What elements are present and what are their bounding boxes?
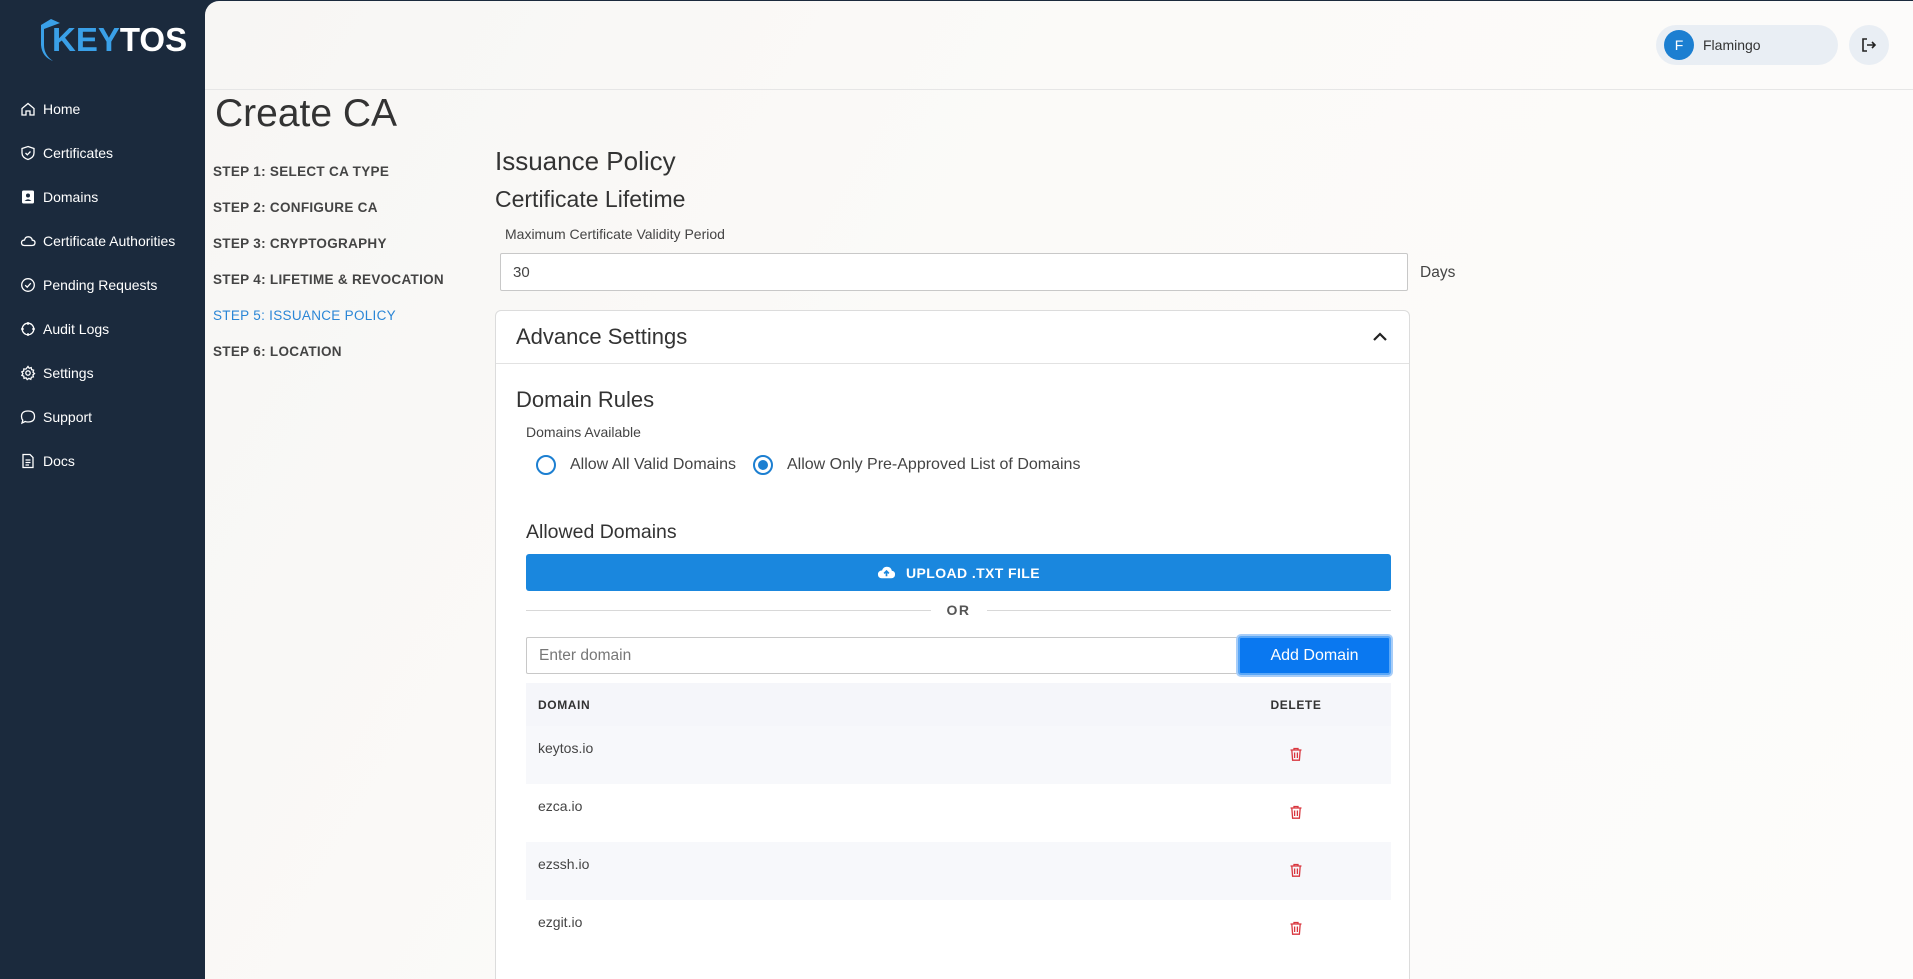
table-body: keytos.io ezca.io ezssh.io ezgit.io (526, 726, 1391, 958)
divider-line (526, 609, 931, 611)
domain-mode-radio-group: Allow All Valid Domains Allow Only Pre-A… (536, 455, 1097, 475)
table-row: ezca.io (526, 784, 1391, 842)
add-domain-button[interactable]: Add Domain (1238, 636, 1391, 675)
logout-button[interactable] (1849, 25, 1889, 65)
step-configure-ca[interactable]: STEP 2: CONFIGURE CA (213, 189, 453, 225)
domain-cell: ezssh.io (538, 856, 590, 872)
step-lifetime-revocation[interactable]: STEP 4: LIFETIME & REVOCATION (213, 261, 453, 297)
check-circle-icon (21, 278, 35, 292)
allowed-domains-table: DOMAIN DELETE keytos.io ezca.io ezssh.io (526, 683, 1391, 958)
domain-cell: ezca.io (538, 798, 583, 814)
wizard-steps: STEP 1: SELECT CA TYPE STEP 2: CONFIGURE… (213, 153, 453, 369)
page-title: Create CA (215, 92, 398, 135)
step-select-ca-type[interactable]: STEP 1: SELECT CA TYPE (213, 153, 453, 189)
main-content: F Flamingo Create CA STEP 1: SELECT CA T… (205, 1, 1913, 979)
sidebar-item-pending-requests[interactable]: Pending Requests (0, 263, 205, 307)
advance-settings-title: Advance Settings (516, 324, 688, 349)
sidebar-item-label: Settings (43, 365, 94, 381)
domain-rules-title: Domain Rules (516, 387, 655, 412)
user-menu[interactable]: F Flamingo (1656, 25, 1838, 65)
sidebar-item-label: Home (43, 101, 81, 117)
cloud-icon (20, 236, 36, 247)
chat-bubble-icon (20, 410, 36, 425)
top-bar: F Flamingo (205, 1, 1913, 90)
radio-allow-all-label[interactable]: Allow All Valid Domains (570, 456, 736, 474)
trash-icon[interactable] (1288, 862, 1304, 878)
avatar: F (1664, 30, 1694, 60)
validity-period-input[interactable] (500, 253, 1408, 291)
logout-icon (1862, 38, 1877, 52)
table-row: ezssh.io (526, 842, 1391, 900)
step-cryptography[interactable]: STEP 3: CRYPTOGRAPHY (213, 225, 453, 261)
sidebar-item-label: Certificate Authorities (43, 233, 176, 249)
sidebar-item-certificate-authorities[interactable]: Certificate Authorities (0, 219, 205, 263)
step-issuance-policy[interactable]: STEP 5: ISSUANCE POLICY (213, 297, 453, 333)
domain-cell: ezgit.io (538, 914, 583, 930)
trash-icon[interactable] (1288, 804, 1304, 820)
section-title: Issuance Policy (495, 146, 676, 176)
advance-settings-panel: Advance Settings Domain Rules Domains Av… (495, 310, 1410, 979)
radio-pre-approved-label[interactable]: Allow Only Pre-Approved List of Domains (787, 456, 1080, 474)
cloud-upload-icon (877, 566, 896, 579)
upload-button-label: UPLOAD .TXT FILE (906, 564, 1040, 581)
sidebar-item-label: Docs (43, 453, 75, 469)
shield-check-icon (21, 145, 35, 161)
advance-settings-header[interactable]: Advance Settings (496, 311, 1409, 364)
contact-card-icon (22, 190, 34, 204)
column-header-delete: DELETE (1270, 697, 1322, 712)
chevron-up-icon (1373, 332, 1387, 341)
crosshair-icon (21, 322, 35, 336)
table-row: ezgit.io (526, 900, 1391, 958)
sidebar-item-audit-logs[interactable]: Audit Logs (0, 307, 205, 351)
trash-icon[interactable] (1288, 920, 1304, 936)
sidebar-item-label: Pending Requests (43, 277, 158, 293)
or-text: OR (946, 602, 971, 618)
user-name: Flamingo (1703, 37, 1761, 53)
logo-text: KEYTOS (52, 21, 188, 58)
document-icon (22, 453, 34, 469)
sidebar-item-domains[interactable]: Domains (0, 175, 205, 219)
keytos-logo[interactable]: KEYTOS (40, 16, 187, 64)
column-header-domain: DOMAIN (538, 697, 591, 712)
or-divider: OR (526, 598, 1391, 622)
radio-pre-approved[interactable] (753, 455, 773, 475)
sidebar-nav: Home Certificates Domains Certificate Au… (0, 87, 205, 483)
divider-line (986, 609, 1391, 611)
upload-txt-button[interactable]: UPLOAD .TXT FILE (526, 554, 1391, 591)
domain-cell: keytos.io (538, 740, 594, 756)
home-icon (21, 102, 35, 116)
sidebar-item-label: Audit Logs (43, 321, 110, 337)
sidebar-item-docs[interactable]: Docs (0, 439, 205, 483)
table-row: keytos.io (526, 726, 1391, 784)
sidebar-item-label: Support (43, 409, 93, 425)
domains-available-label: Domains Available (526, 424, 641, 440)
sidebar: KEYTOS Home Certificates Domains Certifi… (0, 0, 205, 979)
sidebar-item-certificates[interactable]: Certificates (0, 131, 205, 175)
trash-icon[interactable] (1288, 746, 1304, 762)
allowed-domains-title: Allowed Domains (526, 521, 677, 543)
step-location[interactable]: STEP 6: LOCATION (213, 333, 453, 369)
domain-input[interactable] (526, 637, 1238, 674)
sidebar-item-label: Domains (43, 189, 99, 205)
certificate-lifetime-title: Certificate Lifetime (495, 186, 686, 212)
days-unit-label: Days (1420, 264, 1456, 281)
radio-allow-all[interactable] (536, 455, 556, 475)
gear-icon (20, 365, 36, 381)
sidebar-item-label: Certificates (43, 145, 114, 161)
sidebar-item-support[interactable]: Support (0, 395, 205, 439)
table-header: DOMAIN DELETE (526, 683, 1391, 726)
sidebar-item-settings[interactable]: Settings (0, 351, 205, 395)
validity-label: Maximum Certificate Validity Period (505, 226, 725, 242)
sidebar-item-home[interactable]: Home (0, 87, 205, 131)
